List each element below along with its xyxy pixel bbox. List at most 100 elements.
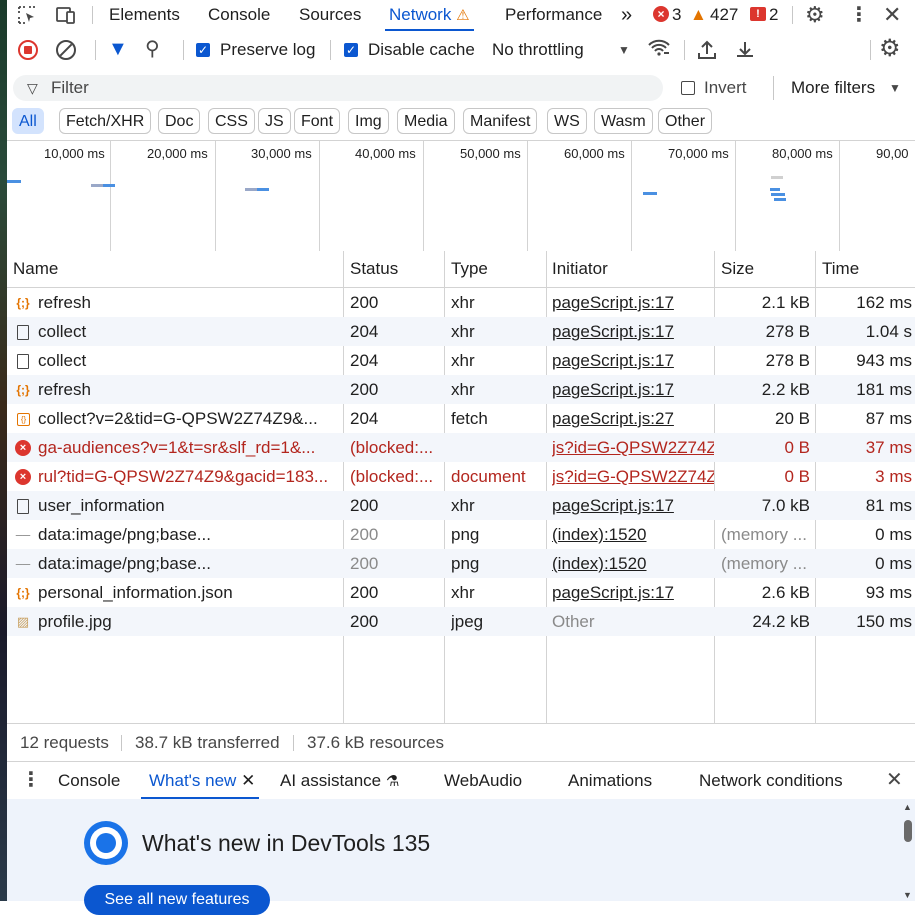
tab-elements[interactable]: Elements [109,0,180,30]
initiator-link[interactable]: pageScript.js:17 [552,317,714,346]
drawer-tab-console[interactable]: Console [58,762,120,799]
drawer-tab-ai-assistance[interactable]: AI assistance ⚗ [280,762,399,799]
filter-input[interactable]: Filter [51,75,89,101]
drawer-menu-kebab-icon[interactable]: ⋮ [21,762,41,799]
device-toolbar-icon[interactable] [55,5,77,25]
disable-cache-checkbox[interactable]: ✓ [344,43,358,57]
table-row[interactable]: {} collect?v=2&tid=G-QPSW2Z74Z9&... 204 fet… [7,404,915,433]
invert-checkbox[interactable] [681,81,695,95]
import-har-upload-icon[interactable] [696,39,718,66]
drawer-scrollbar[interactable]: ▲ ▼ [902,800,914,901]
issues-count[interactable]: 2 [769,0,778,30]
type-filter-img[interactable]: Img [348,108,389,134]
table-row[interactable]: –– data:image/png;base... 200 png (index):15… [7,520,915,549]
chrome-devtools-logo-icon [84,821,128,865]
close-devtools-icon[interactable]: ✕ [883,0,901,30]
initiator-link[interactable]: js?id=G-QPSW2Z74Z [552,462,714,491]
table-row[interactable]: collect 204 xhr pageScript.js:17 278 B 943 ms [7,346,915,375]
disable-cache-label[interactable]: Disable cache [368,31,475,69]
export-har-download-icon[interactable] [734,39,756,66]
size-cell: (memory ... [721,525,807,544]
divider [684,40,685,60]
column-header-time[interactable]: Time [822,251,859,287]
initiator-link[interactable]: pageScript.js:17 [552,491,714,520]
clear-log-icon[interactable] [56,40,76,60]
type-filter-wasm[interactable]: Wasm [594,108,653,134]
warning-count[interactable]: 427 [710,0,738,30]
network-conditions-wifi-icon[interactable] [647,38,671,64]
initiator-link[interactable]: pageScript.js:17 [552,578,714,607]
scroll-up-arrow-icon[interactable]: ▲ [903,802,912,812]
table-row[interactable]: {;} refresh 200 xhr pageScript.js:17 2.1 kB 16… [7,288,915,317]
column-header-status[interactable]: Status [350,251,398,287]
more-tabs-chevron-icon[interactable]: » [621,0,632,30]
type-filter-css[interactable]: CSS [208,108,255,134]
table-row[interactable]: –– data:image/png;base... 200 png (index):15… [7,549,915,578]
initiator-link[interactable]: pageScript.js:17 [552,288,714,317]
timeline-tick-label: 50,000 ms [460,146,521,161]
scrollbar-thumb[interactable] [904,820,912,842]
drawer-tab-animations[interactable]: Animations [568,762,652,799]
network-overview-timeline[interactable]: 10,000 ms 20,000 ms 30,000 ms 40,000 ms … [7,140,915,252]
scroll-down-arrow-icon[interactable]: ▼ [903,890,912,900]
warning-count-icon[interactable]: ▲ [690,0,707,30]
initiator-link[interactable]: pageScript.js:17 [552,375,714,404]
drawer-tab-whats-new[interactable]: What's new ✕ [140,762,260,800]
tab-sources[interactable]: Sources [299,0,361,30]
type-filter-media[interactable]: Media [397,108,455,134]
table-row[interactable]: user_information 200 xhr pageScript.js:17 7.… [7,491,915,520]
throttling-dropdown-arrow-icon[interactable]: ▼ [618,31,630,69]
settings-gear-icon[interactable]: ⚙ [805,2,825,28]
tab-performance[interactable]: Performance [505,0,602,30]
tab-network[interactable]: Network ⚠ [385,0,474,31]
inspect-element-icon[interactable] [17,5,37,25]
request-table-header: Name Status Type Initiator Size Time [7,251,915,288]
table-row[interactable]: {;} refresh 200 xhr pageScript.js:17 2.2 kB 18… [7,375,915,404]
tab-console[interactable]: Console [208,0,270,30]
type-filter-doc[interactable]: Doc [158,108,201,134]
search-icon[interactable]: ⚲ [145,37,160,61]
preserve-log-checkbox[interactable]: ✓ [196,43,210,57]
size-cell: (memory ... [721,554,807,573]
type-filter-manifest[interactable]: Manifest [463,108,538,134]
column-header-type[interactable]: Type [451,251,488,287]
network-settings-gear-icon[interactable]: ⚙ [879,35,901,63]
issues-flag-icon[interactable]: ! [750,7,766,21]
column-header-initiator[interactable]: Initiator [552,251,608,287]
column-header-name[interactable]: Name [13,251,58,287]
preserve-log-label[interactable]: Preserve log [220,31,315,69]
type-filter-js[interactable]: JS [258,108,291,134]
more-filters-dropdown-arrow-icon[interactable]: ▼ [889,75,901,101]
initiator-link[interactable]: (index):1520 [552,520,714,549]
invert-label[interactable]: Invert [704,75,747,101]
type-filter-other[interactable]: Other [658,108,713,134]
filter-input-container[interactable]: ▽ Filter [13,75,663,101]
initiator-link[interactable]: js?id=G-QPSW2Z74Z [552,433,714,462]
see-all-new-features-button[interactable]: See all new features [84,885,270,915]
initiator-link[interactable]: (index):1520 [552,549,714,578]
close-drawer-icon[interactable]: ✕ [886,762,903,799]
column-header-size[interactable]: Size [721,251,754,287]
table-row[interactable]: ▨ profile.jpg 200 jpeg Other 24.2 kB 150 ms [7,607,915,636]
more-options-kebab-icon[interactable]: ⋮ [849,0,869,30]
initiator-link[interactable]: pageScript.js:27 [552,404,714,433]
error-count-icon[interactable]: × [653,6,669,22]
type-filter-fetch-xhr[interactable]: Fetch/XHR [59,108,152,134]
table-row[interactable]: {;} personal_information.json 200 xhr pageSc… [7,578,915,607]
filter-funnel-icon[interactable]: ▼ [108,38,128,60]
type-filter-ws[interactable]: WS [547,108,587,134]
request-name: collect [38,322,87,341]
drawer-tab-webaudio[interactable]: WebAudio [444,762,522,799]
throttling-select[interactable]: No throttling [492,31,584,69]
table-row[interactable]: collect 204 xhr pageScript.js:17 278 B 1.04 s [7,317,915,346]
table-row[interactable]: × ga-audiences?v=1&t=sr&slf_rd=1&... (bloc… [7,433,915,462]
stop-recording-icon[interactable] [18,40,38,60]
more-filters-button[interactable]: More filters [791,75,875,101]
drawer-tab-network-conditions[interactable]: Network conditions [699,762,843,799]
type-filter-all[interactable]: All [12,108,44,134]
type-filter-font[interactable]: Font [294,108,341,134]
close-tab-icon[interactable]: ✕ [241,771,255,790]
table-row[interactable]: × rul?tid=G-QPSW2Z74Z9&gacid=183... (block… [7,462,915,491]
error-count[interactable]: 3 [672,0,681,30]
initiator-link[interactable]: pageScript.js:17 [552,346,714,375]
